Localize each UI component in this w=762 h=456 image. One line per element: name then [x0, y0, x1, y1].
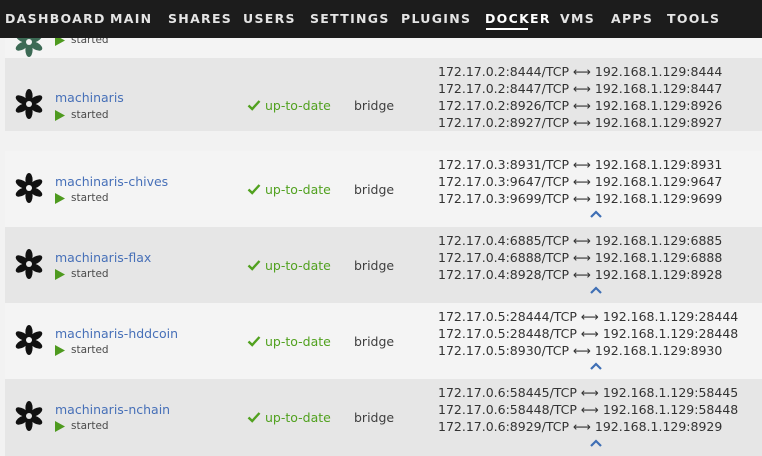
- port-mapping: 172.17.0.2:8927/TCP ⟷ 192.168.1.129:8927: [438, 115, 723, 130]
- port-mapping: 172.17.0.5:28448/TCP ⟷ 192.168.1.129:284…: [438, 326, 739, 341]
- nav-shares[interactable]: SHARES: [168, 11, 232, 27]
- container-row-machinaris[interactable]: machinaris started up-to-date bridge 172…: [5, 58, 762, 131]
- port-mapping: 172.17.0.3:9647/TCP ⟷ 192.168.1.129:9647: [438, 174, 723, 189]
- top-navigation-bar: DASHBOARD MAIN SHARES USERS SETTINGS PLU…: [0, 0, 762, 38]
- machinaris-flower-icon: [15, 401, 43, 431]
- container-row-machinaris-flax[interactable]: machinaris-flax started up-to-date bridg…: [5, 227, 762, 303]
- play-icon: [55, 38, 65, 46]
- container-name-link[interactable]: machinaris-flax: [55, 250, 151, 265]
- container-row-machinaris-hddcoin[interactable]: machinaris-hddcoin started up-to-date br…: [5, 303, 762, 379]
- network-mode: bridge: [354, 258, 395, 273]
- nav-plugins[interactable]: PLUGINS: [401, 11, 471, 27]
- machinaris-flower-icon: [15, 89, 43, 119]
- port-mapping: 172.17.0.3:9699/TCP ⟷ 192.168.1.129:9699: [438, 191, 723, 206]
- port-mapping: 172.17.0.2:8444/TCP ⟷ 192.168.1.129:8444: [438, 64, 723, 79]
- check-icon: [247, 100, 261, 111]
- version-status: up-to-date: [265, 258, 331, 273]
- port-mappings: 172.17.0.3:8931/TCP ⟷ 192.168.1.129:8931…: [438, 156, 722, 207]
- check-icon: [247, 412, 261, 423]
- container-state: started: [71, 192, 109, 204]
- port-mappings: 172.17.0.4:6885/TCP ⟷ 192.168.1.129:6885…: [438, 232, 722, 283]
- play-icon: [55, 193, 65, 204]
- chevron-up-icon[interactable]: [589, 362, 603, 371]
- port-mapping: 172.17.0.5:28444/TCP ⟷ 192.168.1.129:284…: [438, 309, 739, 324]
- nav-users[interactable]: USERS: [243, 11, 296, 27]
- version-status: up-to-date: [265, 410, 331, 425]
- network-mode: bridge: [354, 334, 395, 349]
- container-row-partial[interactable]: started: [5, 38, 762, 58]
- version-status: up-to-date: [265, 334, 331, 349]
- port-mapping: 172.17.0.6:58448/TCP ⟷ 192.168.1.129:584…: [438, 402, 739, 417]
- nav-apps[interactable]: APPS: [611, 11, 653, 27]
- play-icon: [55, 269, 65, 280]
- container-row-machinaris-chives[interactable]: machinaris-chives started up-to-date bri…: [5, 151, 762, 227]
- port-mapping: 172.17.0.6:58445/TCP ⟷ 192.168.1.129:584…: [438, 385, 739, 400]
- chevron-up-icon[interactable]: [589, 439, 603, 448]
- nav-tools[interactable]: TOOLS: [667, 11, 720, 27]
- port-mapping: 172.17.0.2:8447/TCP ⟷ 192.168.1.129:8447: [438, 81, 723, 96]
- container-state: started: [71, 420, 109, 432]
- container-state: started: [71, 109, 109, 121]
- network-mode: bridge: [354, 98, 395, 113]
- nav-dashboard[interactable]: DASHBOARD: [5, 11, 106, 27]
- container-name-link[interactable]: machinaris-chives: [55, 174, 168, 189]
- network-mode: bridge: [354, 182, 395, 197]
- port-mappings: 172.17.0.5:28444/TCP ⟷ 192.168.1.129:284…: [438, 308, 738, 359]
- chevron-up-icon[interactable]: [589, 210, 603, 219]
- machinaris-flower-icon: [15, 173, 43, 203]
- port-mapping: 172.17.0.6:8929/TCP ⟷ 192.168.1.129:8929: [438, 419, 723, 434]
- machinaris-flower-icon: [15, 249, 43, 279]
- network-mode: bridge: [354, 410, 395, 425]
- play-icon: [55, 345, 65, 356]
- port-mapping: 172.17.0.5:8930/TCP ⟷ 192.168.1.129:8930: [438, 343, 723, 358]
- nav-settings[interactable]: SETTINGS: [310, 11, 390, 27]
- container-row-machinaris-nchain[interactable]: machinaris-nchain started up-to-date bri…: [5, 379, 762, 456]
- nav-docker[interactable]: DOCKER: [485, 11, 551, 27]
- version-status: up-to-date: [265, 98, 331, 113]
- port-mapping: 172.17.0.4:6885/TCP ⟷ 192.168.1.129:6885: [438, 233, 723, 248]
- port-mapping: 172.17.0.2:8926/TCP ⟷ 192.168.1.129:8926: [438, 98, 723, 113]
- check-icon: [247, 336, 261, 347]
- port-mappings: 172.17.0.2:8444/TCP ⟷ 192.168.1.129:8444…: [438, 63, 722, 131]
- container-state: started: [71, 38, 109, 46]
- docker-container-list: started machinaris started up-to-date br…: [0, 38, 762, 456]
- container-state: started: [71, 344, 109, 356]
- container-icon-partial: [15, 38, 43, 57]
- active-tab-indicator: [486, 28, 528, 30]
- play-icon: [55, 110, 65, 121]
- nav-vms[interactable]: VMS: [560, 11, 595, 27]
- port-mapping: 172.17.0.4:6888/TCP ⟷ 192.168.1.129:6888: [438, 250, 723, 265]
- play-icon: [55, 421, 65, 432]
- port-mapping: 172.17.0.4:8928/TCP ⟷ 192.168.1.129:8928: [438, 267, 723, 282]
- chevron-up-icon[interactable]: [589, 286, 603, 295]
- nav-main[interactable]: MAIN: [110, 11, 152, 27]
- machinaris-flower-icon: [15, 325, 43, 355]
- port-mappings: 172.17.0.6:58445/TCP ⟷ 192.168.1.129:584…: [438, 384, 738, 435]
- version-status: up-to-date: [265, 182, 331, 197]
- port-mapping: 172.17.0.3:8931/TCP ⟷ 192.168.1.129:8931: [438, 157, 723, 172]
- container-name-link[interactable]: machinaris: [55, 90, 124, 105]
- container-state: started: [71, 268, 109, 280]
- check-icon: [247, 184, 261, 195]
- container-name-link[interactable]: machinaris-hddcoin: [55, 326, 178, 341]
- check-icon: [247, 260, 261, 271]
- container-name-link[interactable]: machinaris-nchain: [55, 402, 170, 417]
